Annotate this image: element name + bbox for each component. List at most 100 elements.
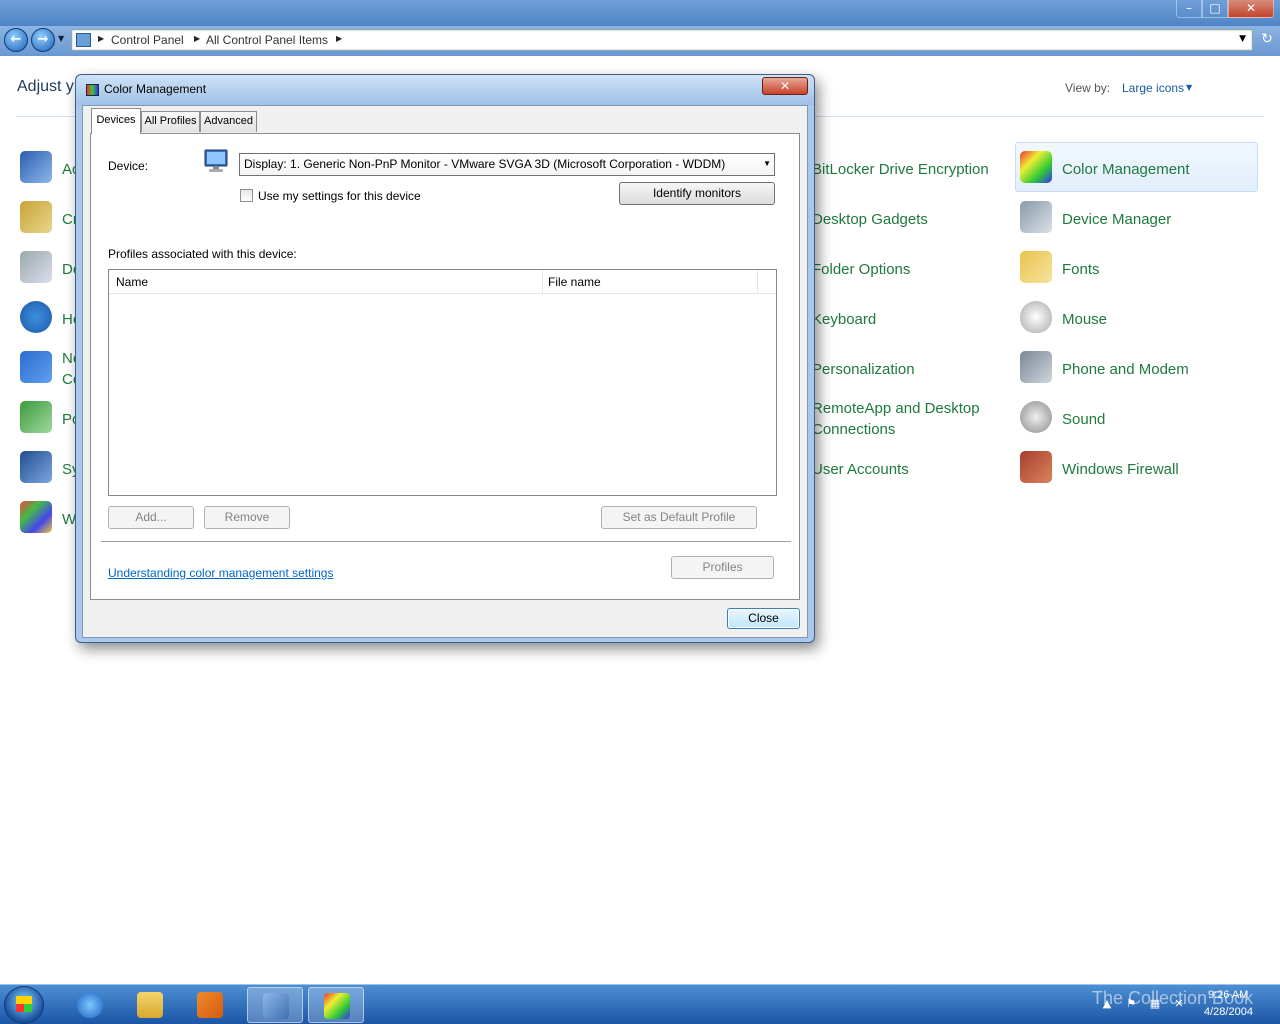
column-divider[interactable] [542, 270, 543, 294]
color-management-icon [324, 993, 350, 1019]
address-dropdown-icon[interactable]: ▼ [1239, 34, 1246, 44]
cp-item-windows-firewall[interactable]: Windows Firewall [1016, 445, 1256, 491]
tab-advanced[interactable]: Advanced [200, 111, 257, 132]
cp-item-windows[interactable]: W [16, 495, 76, 541]
address-bar[interactable]: ▶ Control Panel ▶ All Control Panel Item… [71, 29, 1253, 51]
device-select[interactable]: Display: 1. Generic Non-PnP Monitor - VM… [239, 153, 775, 176]
close-window-button[interactable]: ✕ [1228, 0, 1274, 18]
use-settings-checkbox[interactable] [240, 189, 253, 202]
identify-monitors-button[interactable]: Identify monitors [619, 182, 775, 205]
cp-item-device-manager[interactable]: Device Manager [1016, 195, 1256, 241]
remove-button[interactable]: Remove [204, 506, 290, 529]
tab-devices[interactable]: Devices [91, 108, 141, 134]
control-panel-icon [263, 993, 289, 1019]
column-header-file-name[interactable]: File name [548, 275, 601, 289]
network-tray-icon[interactable]: ▦ [1148, 997, 1162, 1011]
refresh-button[interactable]: ↻ [1257, 29, 1277, 51]
volume-muted-icon[interactable]: ✕ [1172, 997, 1186, 1011]
breadcrumb-all-items[interactable]: All Control Panel Items [206, 33, 328, 47]
use-settings-label[interactable]: Use my settings for this device [258, 189, 421, 203]
cp-item-label: User Accounts [812, 461, 909, 478]
column-divider[interactable] [757, 270, 758, 294]
windows-logo-icon [20, 501, 52, 533]
minimize-button[interactable]: – [1176, 0, 1202, 18]
column-header-name[interactable]: Name [116, 275, 148, 289]
breadcrumb-separator-icon[interactable]: ▶ [194, 34, 200, 43]
profiles-list[interactable]: Name File name [108, 269, 777, 496]
cp-item-label: Device Manager [1062, 211, 1172, 228]
dialog-close-button[interactable]: ✕ [762, 77, 808, 95]
add-button[interactable]: Add... [108, 506, 194, 529]
set-default-profile-button[interactable]: Set as Default Profile [601, 506, 757, 529]
forward-button[interactable]: → [31, 28, 55, 52]
close-button[interactable]: Close [727, 608, 800, 629]
page-heading: Adjust y [17, 78, 74, 95]
recent-pages-dropdown-icon[interactable]: ▼ [58, 34, 64, 43]
cp-item-default-programs[interactable]: De [16, 245, 81, 291]
show-hidden-icons-icon[interactable]: ▲ [1100, 997, 1114, 1011]
clock-date[interactable]: 4/28/2004 [1204, 1006, 1253, 1018]
color-management-icon [1020, 151, 1052, 183]
maximize-button[interactable]: □ [1202, 0, 1228, 18]
cp-item-label: Ne Ce [62, 350, 82, 388]
folder-icon [137, 992, 163, 1018]
cp-item-label: Personalization [812, 361, 915, 378]
explorer-titlebar: – □ ✕ [0, 0, 1280, 26]
taskbar: The Collection Book ▲ ⚑ ▦ ✕ 9:26 AM 4/28… [0, 984, 1280, 1024]
cp-item-homegroup[interactable]: Ho [16, 295, 81, 341]
start-button[interactable] [4, 986, 44, 1024]
list-header: Name File name [109, 270, 776, 294]
computer-icon [20, 451, 52, 483]
action-center-flag-icon[interactable]: ⚑ [1124, 997, 1138, 1011]
understanding-color-management-link[interactable]: Understanding color management settings [108, 566, 333, 580]
chevron-down-icon: ▼ [763, 159, 771, 168]
clock-time[interactable]: 9:26 AM [1208, 989, 1248, 1001]
cp-item-power[interactable]: Po [16, 395, 80, 441]
cp-item-label: Sound [1062, 411, 1106, 428]
profiles-button[interactable]: Profiles [671, 556, 774, 579]
breadcrumb-control-panel[interactable]: Control Panel [111, 33, 184, 47]
cp-item-label: Phone and Modem [1062, 361, 1189, 378]
cp-item-label: Mouse [1062, 311, 1108, 328]
cp-item-action-center[interactable]: Ac [16, 145, 80, 191]
taskbar-control-panel[interactable] [247, 987, 303, 1023]
taskbar-explorer[interactable] [122, 987, 178, 1023]
taskbar-ie[interactable] [62, 987, 118, 1023]
cp-item-phone-modem[interactable]: Phone and Modem [1016, 345, 1256, 391]
cp-item-network-center[interactable]: Ne Ce [16, 345, 82, 391]
cp-item-label: Color Management [1062, 161, 1190, 178]
cp-item-credential[interactable]: Cr [16, 195, 78, 241]
view-by-label: View by: [1065, 81, 1111, 95]
navigation-bar: ← → ▼ ▶ Control Panel ▶ All Control Pane… [0, 26, 1280, 56]
taskbar-media-player[interactable] [182, 987, 238, 1023]
cp-item-label: Folder Options [812, 261, 911, 278]
media-player-icon [197, 992, 223, 1018]
flag-icon [20, 151, 52, 183]
cp-item-sound[interactable]: Sound [1016, 395, 1256, 441]
control-panel-icon [76, 33, 91, 47]
breadcrumb-separator-icon[interactable]: ▶ [336, 34, 342, 43]
device-label: Device: [108, 159, 149, 173]
cp-item-color-management[interactable]: Color Management [1016, 145, 1256, 191]
cp-item-system[interactable]: Sy [16, 445, 80, 491]
view-by-caret-icon[interactable]: ▼ [1186, 83, 1192, 92]
cp-item-label: Windows Firewall [1062, 461, 1179, 478]
speaker-icon [1020, 401, 1052, 433]
device-manager-icon [1020, 201, 1052, 233]
taskbar-color-management[interactable] [308, 987, 364, 1023]
windows-logo-icon [16, 996, 32, 1012]
monitor-icon [204, 149, 228, 172]
breadcrumb-separator-icon[interactable]: ▶ [98, 34, 104, 43]
back-button[interactable]: ← [4, 28, 28, 52]
cp-item-label: Keyboard [812, 311, 877, 328]
cp-item-mouse[interactable]: Mouse [1016, 295, 1256, 341]
printer-icon [20, 251, 52, 283]
dialog-title: Color Management [104, 82, 207, 96]
devices-tab-panel: Device: Display: 1. Generic Non-PnP Moni… [90, 133, 800, 600]
dialog-titlebar[interactable]: Color Management ✕ [76, 75, 814, 105]
cp-item-label: Fonts [1062, 261, 1100, 278]
cp-item-fonts[interactable]: Fonts [1016, 245, 1256, 291]
homegroup-icon [20, 301, 52, 333]
view-by-dropdown[interactable]: Large icons [1122, 81, 1184, 95]
tab-all-profiles[interactable]: All Profiles [141, 111, 200, 132]
